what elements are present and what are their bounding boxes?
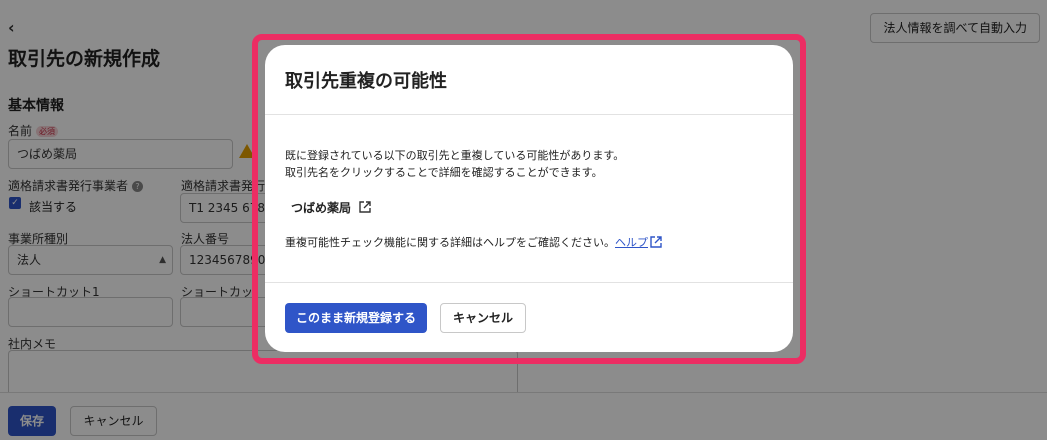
- external-link-icon[interactable]: [359, 201, 371, 213]
- duplicate-partner-link[interactable]: つばめ薬局: [291, 199, 351, 216]
- help-text-body: 重複可能性チェック機能に関する詳細はヘルプをご確認ください。: [285, 236, 615, 249]
- external-link-icon[interactable]: [650, 236, 662, 248]
- duplicate-partner-name: つばめ薬局: [291, 201, 352, 215]
- modal-message-line1: 既に登録されている以下の取引先と重複している可能性があります。: [285, 149, 625, 162]
- modal-divider: [265, 114, 793, 115]
- help-link[interactable]: ヘルプ: [615, 236, 648, 249]
- duplicate-modal: 取引先重複の可能性 既に登録されている以下の取引先と重複している可能性があります…: [265, 45, 793, 352]
- register-anyway-button[interactable]: このまま新規登録する: [285, 303, 427, 333]
- modal-cancel-button[interactable]: キャンセル: [440, 303, 526, 333]
- modal-title: 取引先重複の可能性: [285, 71, 447, 92]
- help-text: 重複可能性チェック機能に関する詳細はヘルプをご確認ください。ヘルプ: [285, 234, 662, 250]
- modal-divider: [265, 282, 793, 283]
- modal-message-line2: 取引先名をクリックすることで詳細を確認することができます。: [285, 166, 603, 179]
